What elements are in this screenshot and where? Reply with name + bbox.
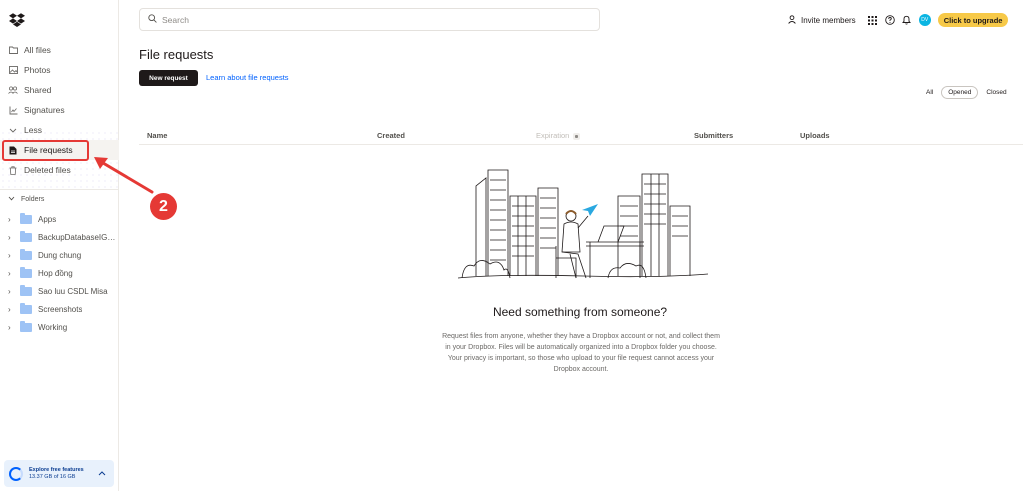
chevron-right-icon[interactable]: ›	[8, 287, 16, 296]
column-header-submitters[interactable]: Submitters	[694, 131, 733, 140]
avatar[interactable]: DV	[918, 14, 931, 26]
file-request-icon	[8, 145, 18, 155]
sidebar-item-signatures[interactable]: Signatures	[0, 100, 119, 120]
filter-all[interactable]: All	[926, 89, 933, 96]
empty-state-description: Request files from anyone, whether they …	[442, 333, 720, 373]
sidebar-item-label: Photos	[24, 65, 51, 75]
apps-grid-icon[interactable]	[868, 15, 878, 25]
search-placeholder: Search	[162, 14, 189, 25]
signature-icon	[8, 105, 18, 115]
folder-item-backup[interactable]: › BackupDatabaseIGA...	[0, 228, 119, 246]
folder-icon	[19, 230, 32, 242]
sidebar-item-photos[interactable]: Photos	[0, 60, 119, 80]
explore-title: Explore free features	[29, 467, 84, 473]
chevron-right-icon[interactable]: ›	[8, 251, 16, 260]
folder-item-working[interactable]: › Working	[0, 318, 119, 336]
column-header-expiration-label: Expiration	[536, 131, 570, 140]
sidebar-item-file-requests[interactable]: File requests	[0, 140, 119, 160]
photo-icon	[8, 65, 18, 75]
learn-about-file-requests-link[interactable]: Learn about file requests	[206, 73, 289, 82]
chevron-right-icon[interactable]: ›	[8, 233, 16, 242]
column-header-expiration[interactable]: Expiration	[536, 131, 581, 140]
folder-item-dung-chung[interactable]: › Dung chung	[0, 246, 119, 264]
shared-users-icon	[8, 85, 18, 95]
folder-icon	[20, 266, 32, 278]
folder-label: Hop đồng	[38, 268, 73, 278]
column-header-created[interactable]: Created	[377, 131, 405, 140]
trash-icon	[8, 165, 18, 175]
filter-closed[interactable]: Closed	[986, 89, 1006, 96]
sidebar-item-label: File requests	[24, 145, 73, 155]
upgrade-button[interactable]: Click to upgrade	[937, 13, 1009, 27]
dropbox-logo-icon[interactable]	[9, 12, 25, 28]
folder-icon	[20, 302, 32, 314]
sidebar-item-label: All files	[24, 45, 51, 55]
search-icon	[148, 14, 157, 25]
folder-label: BackupDatabaseIGA...	[37, 232, 119, 242]
sidebar-item-label: Signatures	[24, 105, 65, 115]
invite-members-button[interactable]: Invite members	[788, 14, 856, 26]
folder-label: Screenshots	[38, 304, 83, 314]
sidebar-item-label: Less	[24, 125, 42, 135]
notification-bell-icon[interactable]	[902, 15, 912, 25]
explore-text: Explore free features 13.37 GB of 16 GB	[29, 467, 84, 480]
sidebar-nav: All files Photos Shared Signatures Less	[0, 40, 119, 180]
folder-icon	[20, 320, 32, 332]
empty-state-heading: Need something from someone?	[492, 305, 668, 319]
chevron-up-icon	[8, 125, 18, 135]
folder-label: Apps	[38, 214, 57, 224]
storage-ring-icon	[9, 466, 23, 481]
sidebar-item-shared[interactable]: Shared	[0, 80, 119, 100]
table-header: Name Created Expiration Submitters Uploa…	[139, 125, 1023, 145]
chevron-right-icon[interactable]: ›	[8, 323, 16, 332]
folder-label: Sao luu CSDL Misa	[38, 286, 108, 296]
folder-item-screenshots[interactable]: › Screenshots	[0, 300, 119, 318]
new-request-button[interactable]: New request	[139, 70, 198, 86]
top-right-actions: Invite members DV Click to upgrade	[788, 12, 1009, 28]
storage-usage: 13.37 GB of 16 GB	[29, 474, 76, 480]
chevron-right-icon[interactable]: ›	[8, 215, 16, 224]
folder-label: Dung chung	[38, 250, 82, 260]
user-add-icon	[788, 14, 797, 26]
sidebar-item-all-files[interactable]: All files	[0, 40, 119, 60]
page-title: File requests	[139, 47, 214, 62]
invite-members-label: Invite members	[801, 15, 856, 25]
folder-tree: › Apps › BackupDatabaseIGA... › Dung chung …	[0, 210, 119, 336]
empty-state-illustration	[458, 169, 708, 279]
chevron-down-icon	[8, 196, 15, 203]
column-header-name[interactable]: Name	[147, 131, 167, 140]
sidebar-item-less[interactable]: Less	[0, 120, 119, 140]
explore-features-card[interactable]: Explore free features 13.37 GB of 16 GB	[4, 460, 114, 487]
filter-tabs: All Opened Closed	[918, 86, 1007, 99]
folder-icon	[20, 248, 32, 260]
folder-item-sao-luu[interactable]: › Sao luu CSDL Misa	[0, 282, 119, 300]
column-header-uploads[interactable]: Uploads	[800, 131, 830, 140]
folder-icon	[20, 284, 32, 296]
search-input[interactable]: Search	[139, 8, 600, 31]
folder-icon	[20, 212, 32, 224]
chevron-up-icon[interactable]	[98, 468, 106, 478]
help-icon[interactable]	[884, 15, 895, 25]
filter-opened[interactable]: Opened	[941, 86, 979, 99]
annotation-step-badge: 2	[150, 193, 177, 220]
sidebar-item-label: Deleted files	[24, 165, 71, 175]
lock-icon	[573, 132, 581, 140]
folder-label: Working	[38, 322, 68, 332]
folders-label: Folders	[21, 196, 45, 203]
folder-item-hop-dong[interactable]: › Hop đồng	[0, 264, 119, 282]
sidebar-item-deleted-files[interactable]: Deleted files	[0, 160, 119, 180]
folders-section-toggle[interactable]: Folders	[8, 196, 44, 203]
chevron-right-icon[interactable]: ›	[8, 305, 16, 314]
sidebar-divider	[0, 189, 119, 190]
chevron-right-icon[interactable]: ›	[8, 269, 16, 278]
sidebar: All files Photos Shared Signatures Less	[0, 0, 119, 491]
folder-outline-icon	[8, 45, 18, 55]
folder-item-apps[interactable]: › Apps	[0, 210, 119, 228]
sidebar-item-label: Shared	[24, 85, 52, 95]
